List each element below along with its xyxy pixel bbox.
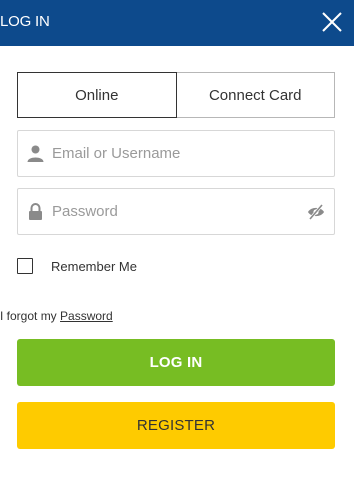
remember-me-toggle[interactable]: Remember Me [17, 257, 137, 275]
forgot-password-link[interactable]: Password [60, 309, 113, 323]
tab-connect-card-label: Connect Card [208, 86, 302, 104]
tab-online-label: Online [75, 86, 119, 104]
login-button[interactable]: LOG IN [17, 339, 335, 386]
remember-me-checkbox[interactable] [17, 258, 33, 274]
close-icon [322, 12, 342, 32]
close-button[interactable] [320, 10, 344, 34]
forgot-password-line: I forgot my Password [0, 309, 113, 323]
tab-connect-card[interactable]: Connect Card [177, 73, 335, 117]
username-field [17, 130, 335, 177]
password-input[interactable] [52, 189, 302, 234]
tab-online[interactable]: Online [17, 72, 177, 118]
remember-me-label: Remember Me [51, 258, 137, 274]
register-button[interactable]: REGISTER [17, 402, 335, 449]
login-mode-tabs: Online Connect Card [17, 72, 335, 118]
username-input[interactable] [52, 131, 302, 176]
header-title: LOG IN [0, 13, 50, 30]
user-icon [27, 145, 44, 162]
header-bar: LOG IN [0, 0, 354, 46]
login-button-label: LOG IN [149, 354, 203, 371]
forgot-prefix: I forgot my [0, 309, 57, 323]
eye-slash-icon[interactable] [307, 203, 325, 221]
register-button-label: REGISTER [136, 417, 216, 434]
lock-icon [29, 203, 42, 220]
password-field [17, 188, 335, 235]
